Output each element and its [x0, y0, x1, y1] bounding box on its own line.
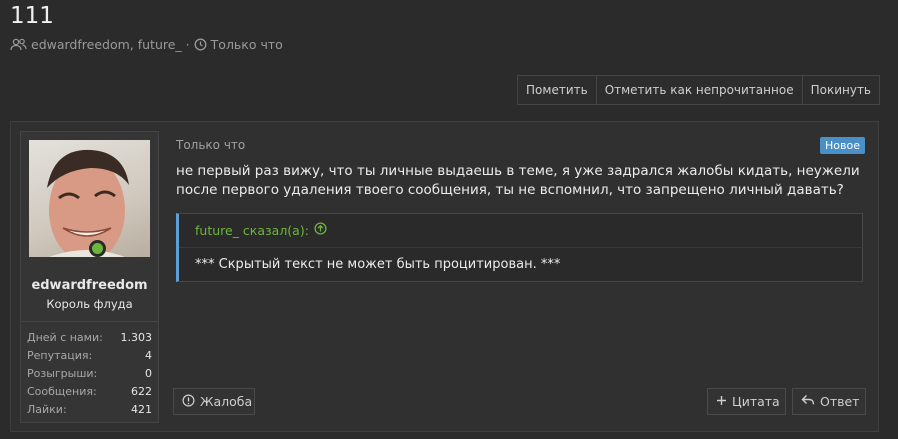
- alert-circle-icon: [182, 393, 195, 410]
- user-card: edwardfreedom Король флуда Дней с нами: 1…: [20, 131, 159, 423]
- stat-label: Дней с нами:: [27, 331, 103, 344]
- post-time[interactable]: Только что: [176, 138, 245, 152]
- user-stats: Дней с нами: 1.303 Репутация: 4 Розыгрыши:…: [21, 321, 158, 419]
- new-badge: Новое: [820, 137, 865, 154]
- stat-label: Лайки:: [27, 403, 67, 416]
- thread-participants[interactable]: edwardfreedom, future_: [31, 37, 182, 52]
- report-label: Жалоба: [200, 394, 253, 409]
- quote-text: *** Скрытый текст не может быть процитир…: [195, 257, 561, 272]
- report-button[interactable]: Жалоба: [173, 388, 255, 415]
- user-rank: Король флуда: [46, 297, 133, 311]
- stat-label: Репутация:: [27, 349, 93, 362]
- thread-title: 111: [10, 3, 54, 29]
- mark-unread-button[interactable]: Отметить как непрочитанное: [597, 76, 803, 104]
- quote-author: future_ сказал(а):: [195, 223, 309, 238]
- quote-button[interactable]: Цитата: [707, 388, 786, 415]
- avatar[interactable]: [29, 140, 150, 257]
- stat-value: 0: [145, 367, 152, 380]
- stat-reputation: Репутация: 4: [21, 347, 158, 365]
- stat-value: 622: [131, 385, 152, 398]
- arrow-up-circle-icon[interactable]: [314, 214, 327, 247]
- thread-meta: edwardfreedom, future_ · Только что: [10, 37, 283, 52]
- stat-days: Дней с нами: 1.303: [21, 329, 158, 347]
- thread-actions: Пометить Отметить как непрочитанное Поки…: [517, 75, 880, 105]
- stat-messages: Сообщения: 622: [21, 383, 158, 401]
- stat-likes: Лайки: 421: [21, 401, 158, 419]
- thread-time[interactable]: Только что: [211, 37, 283, 52]
- quote-header[interactable]: future_ сказал(а):: [179, 214, 862, 248]
- plus-icon: [716, 394, 727, 409]
- reply-icon: [801, 394, 815, 409]
- mark-button[interactable]: Пометить: [518, 76, 597, 104]
- stat-value: 421: [131, 403, 152, 416]
- message-text: не первый раз вижу, что ты личные выдаеш…: [176, 163, 860, 198]
- users-icon: [10, 38, 27, 51]
- username[interactable]: edwardfreedom: [21, 278, 158, 293]
- leave-button[interactable]: Покинуть: [803, 76, 879, 104]
- meta-separator: ·: [185, 37, 190, 52]
- reply-button[interactable]: Ответ: [792, 388, 866, 415]
- stat-value: 4: [145, 349, 152, 362]
- quote-block: future_ сказал(а): *** Скрытый текст не …: [176, 213, 863, 282]
- stat-label: Розыгрыши:: [27, 367, 98, 380]
- online-status-icon: [89, 240, 106, 257]
- reply-label: Ответ: [820, 394, 860, 409]
- stat-value: 1.303: [120, 331, 153, 344]
- clock-icon: [194, 38, 207, 51]
- quote-label: Цитата: [732, 394, 780, 409]
- stat-giveaways: Розыгрыши: 0: [21, 365, 158, 383]
- stat-label: Сообщения:: [27, 385, 97, 398]
- message-post: edwardfreedom Король флуда Дней с нами: 1…: [10, 121, 879, 432]
